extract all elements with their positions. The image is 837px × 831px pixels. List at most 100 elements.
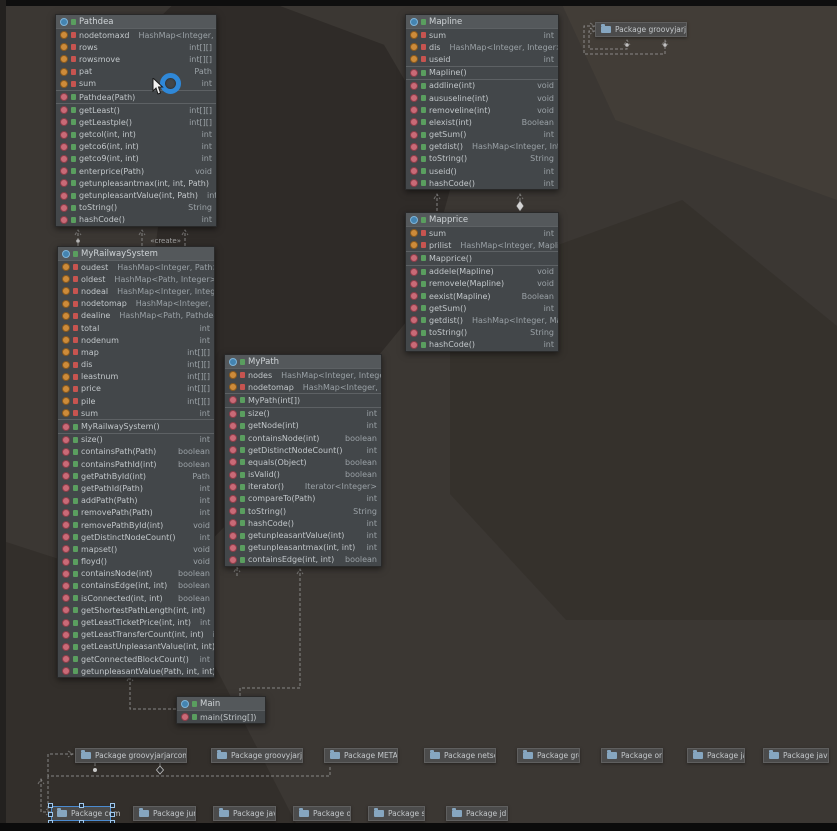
uml-method-row[interactable]: useid() int xyxy=(406,165,558,177)
uml-method-row[interactable]: isConnected(int, int) boolean xyxy=(58,592,214,604)
class-header[interactable]: MyRailwaySystem xyxy=(58,247,214,260)
uml-method-row[interactable]: getco9(int, int) int xyxy=(56,153,216,165)
diagram-canvas[interactable]: { "labels": { "create": "«create»" }, "c… xyxy=(0,0,837,831)
class-header[interactable]: Mapprice xyxy=(406,213,558,226)
uml-constructor-row[interactable]: Mapprice() xyxy=(406,252,558,264)
uml-constructor-row[interactable]: MyRailwaySystem() xyxy=(58,420,214,432)
uml-method-row[interactable]: hashCode() int xyxy=(56,214,216,226)
uml-field-row[interactable]: nodes HashMap<Integer, Integer> xyxy=(225,369,381,381)
package-node[interactable]: Package java xyxy=(213,806,276,821)
package-node[interactable]: Package javafx xyxy=(687,748,745,763)
uml-method-row[interactable]: getNode(int) int xyxy=(225,420,381,432)
uml-field-row[interactable]: map int[][] xyxy=(58,346,214,358)
uml-method-row[interactable]: getunpleasantValue(int, Path) int xyxy=(56,189,216,201)
package-node[interactable]: Package groovyjarjarcommonscli xyxy=(75,748,187,763)
uml-method-row[interactable]: getDistinctNodeCount() int xyxy=(58,531,214,543)
uml-method-row[interactable]: mapset() void xyxy=(58,543,214,555)
uml-method-row[interactable]: getShortestPathLength(int, int)int xyxy=(58,604,214,616)
package-node[interactable]: Package junit xyxy=(133,806,196,821)
uml-method-row[interactable]: containsPathId(int) boolean xyxy=(58,458,214,470)
uml-method-row[interactable]: enterprice(Path) void xyxy=(56,165,216,177)
uml-field-row[interactable]: oudest HashMap<Integer, Path> xyxy=(58,261,214,273)
uml-class-pathdea[interactable]: Pathdea nodetomaxd HashMap<Integer, Intege… xyxy=(55,14,217,227)
uml-field-row[interactable]: nodetomaxd HashMap<Integer, Integer> xyxy=(56,29,216,41)
uml-method-row[interactable]: containsNode(int) boolean xyxy=(225,432,381,444)
uml-method-row[interactable]: equals(Object) boolean xyxy=(225,456,381,468)
uml-method-row[interactable]: getSum() int xyxy=(406,129,558,141)
uml-field-row[interactable]: sum int xyxy=(406,227,558,239)
uml-method-row[interactable]: getdist() HashMap<Integer, Mapline> xyxy=(406,314,558,326)
uml-method-row[interactable]: addline(int) void xyxy=(406,80,558,92)
selection-handle[interactable] xyxy=(48,812,53,817)
package-node[interactable]: Package sun xyxy=(368,806,425,821)
uml-method-row[interactable]: getunpleasantmax(int, int, Path)int xyxy=(56,177,216,189)
uml-method-row[interactable]: hashCode() int xyxy=(406,177,558,189)
uml-method-row[interactable]: hashCode() int xyxy=(406,339,558,351)
uml-method-row[interactable]: toString() String xyxy=(56,202,216,214)
selection-handle[interactable] xyxy=(79,803,84,808)
uml-method-row[interactable]: removeline(int) void xyxy=(406,104,558,116)
uml-method-row[interactable]: getConnectedBlockCount() int xyxy=(58,653,214,665)
uml-field-row[interactable]: price int[][] xyxy=(58,383,214,395)
uml-method-row[interactable]: getPathId(Path) int xyxy=(58,482,214,494)
uml-method-row[interactable]: addPath(Path) int xyxy=(58,495,214,507)
uml-class-main[interactable]: Main main(String[])void xyxy=(176,696,266,725)
uml-method-row[interactable]: getunpleasantmax(int, int) int xyxy=(225,542,381,554)
uml-method-row[interactable]: toString() String xyxy=(406,327,558,339)
uml-field-row[interactable]: sum int xyxy=(406,29,558,41)
uml-method-row[interactable]: eexist(Mapline) Boolean xyxy=(406,290,558,302)
uml-method-row[interactable]: toString() String xyxy=(406,153,558,165)
package-node[interactable]: Package javax xyxy=(763,748,829,763)
uml-method-row[interactable]: removele(Mapline) void xyxy=(406,278,558,290)
uml-field-row[interactable]: sum int xyxy=(58,407,214,419)
uml-field-row[interactable]: dis HashMap<Integer, Integer> xyxy=(406,41,558,53)
class-header[interactable]: MyPath xyxy=(225,355,381,368)
uml-field-row[interactable]: nodetomap HashMap<Integer, Integer> xyxy=(225,381,381,393)
uml-constructor-row[interactable]: MyPath(int[]) xyxy=(225,394,381,406)
uml-field-row[interactable]: nodetomap HashMap<Integer, Integer> xyxy=(58,298,214,310)
package-node[interactable]: Package netscape xyxy=(424,748,496,763)
uml-method-row[interactable]: removePath(Path) int xyxy=(58,507,214,519)
uml-field-row[interactable]: dis int[][] xyxy=(58,359,214,371)
uml-method-row[interactable]: size() int xyxy=(225,408,381,420)
uml-field-row[interactable]: dealine HashMap<Path, Pathdea> xyxy=(58,310,214,322)
uml-method-row[interactable]: addele(Mapline) void xyxy=(406,266,558,278)
uml-field-row[interactable]: oldest HashMap<Path, Integer> xyxy=(58,273,214,285)
uml-method-row[interactable]: containsPath(Path) boolean xyxy=(58,446,214,458)
uml-method-row[interactable]: getunpleasantValue(Path, int, int)int xyxy=(58,665,214,677)
package-node[interactable]: Package org xyxy=(293,806,351,821)
uml-field-row[interactable]: pile int[][] xyxy=(58,395,214,407)
uml-method-row[interactable]: getPathById(int) Path xyxy=(58,470,214,482)
uml-field-row[interactable]: sum int xyxy=(56,78,216,90)
uml-field-row[interactable]: nodenum int xyxy=(58,334,214,346)
package-node[interactable]: Package oracle xyxy=(601,748,663,763)
uml-method-row[interactable]: getLeastple() int[][] xyxy=(56,116,216,128)
package-node[interactable]: Package groovyjarjarantlr xyxy=(595,22,687,37)
package-node[interactable]: Package META-INF xyxy=(324,748,398,763)
uml-method-row[interactable]: toString() String xyxy=(225,505,381,517)
uml-method-row[interactable]: containsEdge(int, int) boolean xyxy=(225,554,381,566)
uml-method-row[interactable]: getunpleasantValue(int) int xyxy=(225,529,381,541)
uml-method-row[interactable]: getLeastTransferCount(int, int)int xyxy=(58,629,214,641)
uml-method-row[interactable]: elexist(int) Boolean xyxy=(406,116,558,128)
uml-class-mapline[interactable]: Mapline sum int dis HashMap<Integer, Integer… xyxy=(405,14,559,191)
uml-method-row[interactable]: getLeast() int[][] xyxy=(56,104,216,116)
uml-method-row[interactable]: floyd() void xyxy=(58,556,214,568)
uml-method-row[interactable]: aususeline(int) void xyxy=(406,92,558,104)
uml-field-row[interactable]: leastnum int[][] xyxy=(58,371,214,383)
selection-handle[interactable] xyxy=(110,812,115,817)
uml-constructor-row[interactable]: Mapline() xyxy=(406,67,558,79)
uml-field-row[interactable]: useid int xyxy=(406,53,558,65)
uml-method-row[interactable]: isValid() boolean xyxy=(225,469,381,481)
uml-method-row[interactable]: hashCode() int xyxy=(225,517,381,529)
uml-method-row[interactable]: removePathById(int) void xyxy=(58,519,214,531)
selection-handle[interactable] xyxy=(110,803,115,808)
uml-field-row[interactable]: prilist HashMap<Integer, Mapline> xyxy=(406,239,558,251)
uml-method-row[interactable]: containsEdge(int, int) boolean xyxy=(58,580,214,592)
uml-field-row[interactable]: total int xyxy=(58,322,214,334)
uml-method-row[interactable]: size() int xyxy=(58,434,214,446)
uml-field-row[interactable]: nodeal HashMap<Integer, Integer> xyxy=(58,285,214,297)
package-node[interactable]: Package com xyxy=(48,803,121,825)
uml-class-myrailwaysystem[interactable]: MyRailwaySystem oudest HashMap<Integer, Pa… xyxy=(57,246,215,679)
uml-method-row[interactable]: getdist() HashMap<Integer, Integer> xyxy=(406,141,558,153)
